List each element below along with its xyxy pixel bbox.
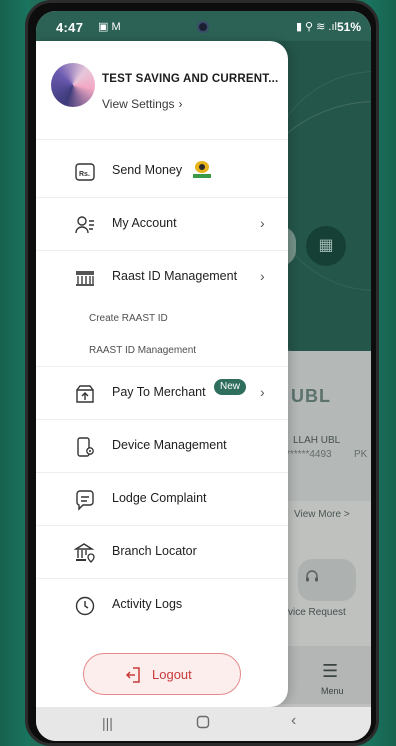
menu-item-label: Lodge Complaint xyxy=(112,491,207,505)
back-button[interactable]: ‹ xyxy=(291,712,296,730)
clock-icon xyxy=(74,595,96,617)
front-camera xyxy=(197,21,209,33)
svg-text:Rs.: Rs. xyxy=(79,171,90,178)
menu-item-pay-to-merchant[interactable]: Pay To Merchant New › xyxy=(36,367,288,419)
phone-frame: 4:47 ▣ M ▮ ⚲ ≋ .ıl 51% ▦ UBL LLAH UBL **… xyxy=(25,0,379,746)
logout-button[interactable]: Logout xyxy=(83,653,241,695)
status-time: 4:47 xyxy=(56,20,84,35)
view-settings-label: View Settings xyxy=(102,97,175,111)
menu-item-send-money[interactable]: Rs. Send Money xyxy=(36,145,288,197)
merchant-box-icon xyxy=(74,383,96,405)
recent-apps-button[interactable]: ||| xyxy=(102,715,113,731)
signal-wifi-icons: ▮ ⚲ ≋ .ıl xyxy=(295,21,337,33)
sub-item-create-raast-id[interactable]: Create RAAST ID xyxy=(89,313,168,324)
system-nav-bar: ||| ‹ xyxy=(36,707,371,741)
avatar xyxy=(51,63,95,107)
menu-item-label: Device Management xyxy=(112,438,227,452)
screen: 4:47 ▣ M ▮ ⚲ ≋ .ıl 51% ▦ UBL LLAH UBL **… xyxy=(36,11,371,741)
bank-icon xyxy=(74,267,96,289)
battery-percent: 51% xyxy=(336,20,361,34)
menu-item-device-management[interactable]: Device Management xyxy=(36,420,288,472)
new-badge: New xyxy=(214,379,247,395)
menu-item-label: Activity Logs xyxy=(112,597,183,611)
menu-item-label: Raast ID Management xyxy=(112,269,238,283)
menu-item-label: My Account xyxy=(112,216,177,230)
profile-header[interactable]: TEST SAVING AND CURRENT... View Settings… xyxy=(36,41,288,139)
complaint-chat-icon xyxy=(74,489,96,511)
device-gear-icon xyxy=(74,436,96,458)
chevron-right-icon: › xyxy=(260,215,265,231)
user-list-icon xyxy=(74,214,96,236)
branch-pin-icon xyxy=(73,542,96,564)
home-button[interactable] xyxy=(196,715,210,732)
chevron-right-icon: › xyxy=(178,97,183,111)
status-bar: 4:47 ▣ M ▮ ⚲ ≋ .ıl 51% xyxy=(36,11,371,41)
menu-item-activity-logs[interactable]: Activity Logs xyxy=(36,579,288,631)
divider xyxy=(36,139,288,140)
account-title: TEST SAVING AND CURRENT... xyxy=(102,73,279,85)
sub-item-raast-id-management[interactable]: RAAST ID Management xyxy=(89,345,196,356)
menu-item-lodge-complaint[interactable]: Lodge Complaint xyxy=(36,473,288,525)
menu-item-raast-id-management[interactable]: Raast ID Management › xyxy=(36,251,288,303)
menu-item-label: Branch Locator xyxy=(112,544,197,558)
notification-icons: ▣ M xyxy=(98,21,121,33)
view-settings-link[interactable]: View Settings › xyxy=(102,97,183,111)
logout-label: Logout xyxy=(152,667,192,682)
lira-badge-icon xyxy=(191,159,211,179)
navigation-drawer: TEST SAVING AND CURRENT... View Settings… xyxy=(36,41,288,707)
logout-icon xyxy=(124,666,142,684)
menu-item-label: Pay To Merchant xyxy=(112,385,206,399)
menu-item-label: Send Money xyxy=(112,163,183,177)
menu-item-branch-locator[interactable]: Branch Locator xyxy=(36,526,288,578)
menu-item-my-account[interactable]: My Account › xyxy=(36,198,288,250)
chevron-right-icon: › xyxy=(260,268,265,284)
chevron-right-icon: › xyxy=(260,384,265,400)
rupee-card-icon: Rs. xyxy=(74,161,96,183)
